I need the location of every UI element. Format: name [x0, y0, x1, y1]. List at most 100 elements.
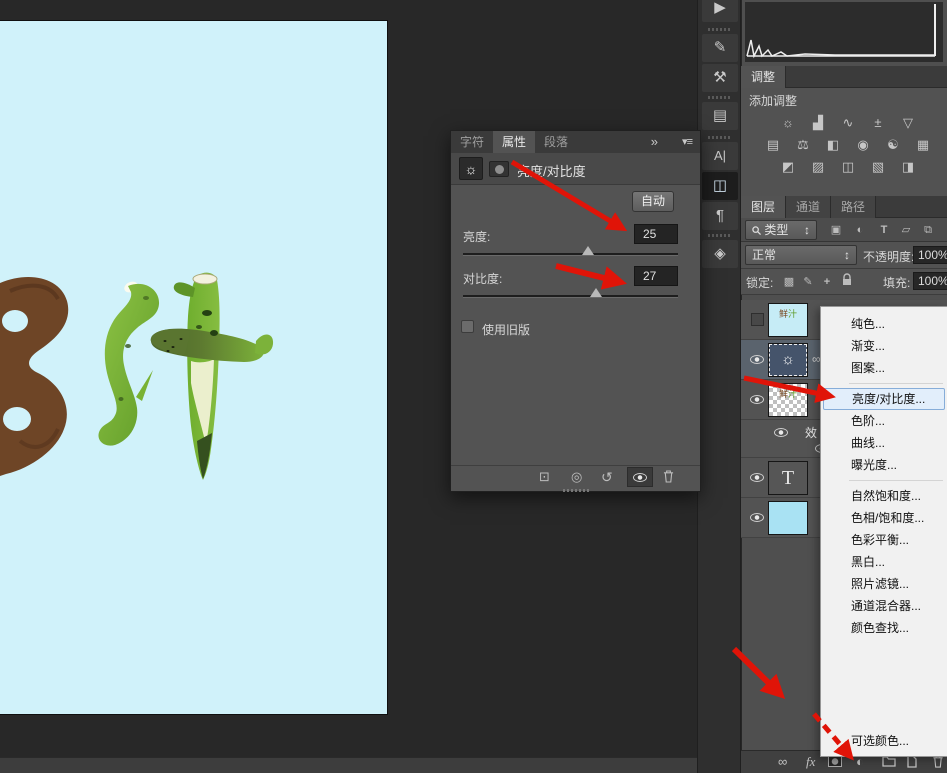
layer-style-fx-icon[interactable]: fx [806, 754, 815, 770]
visibility-eye-icon[interactable] [750, 355, 764, 364]
layer-thumbnail[interactable]: 鲜汁 [768, 383, 808, 417]
tab-paths[interactable]: 路径 [831, 196, 876, 218]
fill-field[interactable]: 100% [913, 272, 947, 290]
delete-layer-trash-icon[interactable] [932, 755, 944, 771]
menu-item-black-white[interactable]: 黑白... [821, 551, 947, 573]
tab-properties[interactable]: 属性 [493, 131, 535, 153]
menu-item-exposure[interactable]: 曝光度... [821, 454, 947, 476]
filter-shape-icon[interactable]: ▱ [899, 223, 913, 237]
collapse-panel-icon[interactable]: » [651, 134, 658, 149]
properties-panel-icon[interactable]: ◫ [702, 172, 738, 200]
visibility-toggle-off[interactable] [751, 313, 764, 326]
thumb-char: 鲜 [779, 309, 788, 319]
lock-position-move-icon[interactable]: + [820, 275, 834, 289]
add-layer-mask-icon[interactable] [828, 756, 842, 767]
filter-adjustment-icon[interactable]: ◐ [853, 223, 867, 237]
new-group-folder-icon[interactable] [882, 755, 896, 770]
menu-item-photo-filter[interactable]: 照片滤镜... [821, 573, 947, 595]
menu-item-brightness-contrast[interactable]: 亮度/对比度... [823, 388, 945, 410]
use-legacy-checkbox[interactable] [461, 320, 474, 333]
new-layer-icon[interactable] [906, 755, 918, 771]
vibrance-icon[interactable]: ▽ [895, 113, 921, 133]
lock-transparency-icon[interactable]: ▩ [782, 275, 796, 289]
thumb-char: 汁 [788, 389, 797, 399]
layer-comps-panel-icon[interactable]: ▤ [702, 102, 738, 130]
view-previous-state-icon[interactable]: ◎ [571, 469, 582, 485]
threshold-icon[interactable]: ◫ [835, 157, 861, 177]
clone-source-panel-icon[interactable]: ⚒ [702, 64, 738, 92]
menu-item-vibrance[interactable]: 自然饱和度... [821, 485, 947, 507]
levels-icon[interactable]: ▟ [805, 113, 831, 133]
visibility-eye-icon[interactable] [750, 395, 764, 404]
blend-mode-dropdown[interactable]: 正常 ↕ [745, 245, 857, 265]
menu-item-channel-mixer[interactable]: 通道混合器... [821, 595, 947, 617]
contrast-slider-handle[interactable] [590, 288, 602, 297]
mask-icon[interactable] [489, 161, 509, 177]
filter-smart-object-icon[interactable]: ⧉ [921, 223, 935, 237]
actions-panel-icon[interactable]: ▶ [702, 0, 738, 22]
tab-paragraph[interactable]: 段落 [535, 131, 577, 153]
auto-button[interactable]: 自动 [632, 191, 674, 212]
character-panel-icon[interactable]: A| [702, 142, 738, 170]
curves-icon[interactable]: ∿ [835, 113, 861, 133]
color-balance-icon[interactable]: ⚖ [790, 135, 816, 155]
filter-type-icon[interactable]: T [877, 223, 891, 237]
effects-label-partial: 效 [805, 424, 817, 441]
menu-item-gradient[interactable]: 渐变... [821, 335, 947, 357]
layer-filter-kind-dropdown[interactable]: 类型 ↕ [745, 220, 817, 240]
tab-layers[interactable]: 图层 [741, 196, 786, 218]
channel-mixer-icon[interactable]: ☯ [880, 135, 906, 155]
delete-adjustment-trash-icon[interactable] [663, 470, 674, 486]
text-layer-thumbnail[interactable]: T [768, 461, 808, 495]
tab-character[interactable]: 字符 [451, 131, 493, 153]
contrast-value-field[interactable]: 27 [634, 266, 678, 286]
paragraph-panel-icon[interactable]: ¶ [702, 202, 738, 230]
dock-grip [708, 234, 732, 237]
brush-presets-panel-icon[interactable]: ✎ [702, 34, 738, 62]
document-canvas[interactable] [0, 20, 388, 715]
brightness-slider-handle[interactable] [582, 246, 594, 255]
reset-icon[interactable]: ↺ [601, 469, 613, 486]
visibility-eye-icon[interactable] [750, 473, 764, 482]
status-bar [0, 757, 697, 773]
panel-menu-icon[interactable]: ▾≡ [682, 135, 692, 148]
resize-grip[interactable] [563, 489, 589, 492]
filter-pixel-icon[interactable]: ▣ [829, 223, 843, 237]
menu-item-solid-color[interactable]: 纯色... [821, 313, 947, 335]
visibility-eye-button[interactable] [627, 467, 653, 487]
menu-item-curves[interactable]: 曲线... [821, 432, 947, 454]
menu-item-color-lookup[interactable]: 颜色查找... [821, 617, 947, 639]
brightness-contrast-icon[interactable]: ☼ [775, 113, 801, 133]
hue-saturation-icon[interactable]: ▤ [760, 135, 786, 155]
clip-to-layer-icon[interactable]: ⊡ [539, 469, 550, 485]
menu-item-levels[interactable]: 色阶... [821, 410, 947, 432]
3d-panel-icon[interactable]: ◈ [702, 240, 738, 268]
tab-adjustments[interactable]: 调整 [741, 66, 786, 88]
brightness-slider[interactable] [463, 253, 678, 256]
layer-thumbnail[interactable]: 鲜汁 [768, 303, 808, 337]
invert-icon[interactable]: ◩ [775, 157, 801, 177]
black-white-icon[interactable]: ◧ [820, 135, 846, 155]
link-layers-icon[interactable]: ∞ [778, 754, 787, 769]
adjustment-icons-row3: ◩▨◫▧◨ [749, 156, 947, 178]
menu-item-color-balance[interactable]: 色彩平衡... [821, 529, 947, 551]
adjustment-layer-thumbnail[interactable]: ☼ [768, 343, 808, 377]
opacity-field[interactable]: 100% [913, 246, 947, 264]
gradient-map-icon[interactable]: ▧ [865, 157, 891, 177]
menu-item-pattern[interactable]: 图案... [821, 357, 947, 379]
menu-item-selective-color[interactable]: 可选颜色... [821, 730, 947, 752]
menu-item-hue-saturation[interactable]: 色相/饱和度... [821, 507, 947, 529]
color-lookup-icon[interactable]: ▦ [910, 135, 936, 155]
contrast-slider[interactable] [463, 295, 678, 298]
posterize-icon[interactable]: ▨ [805, 157, 831, 177]
visibility-eye-icon[interactable] [750, 513, 764, 522]
selective-color-icon[interactable]: ◨ [895, 157, 921, 177]
photo-filter-icon[interactable]: ◉ [850, 135, 876, 155]
exposure-icon[interactable]: ± [865, 113, 891, 133]
brightness-value-field[interactable]: 25 [634, 224, 678, 244]
lock-pixels-brush-icon[interactable]: ✎ [801, 275, 815, 289]
lock-all-icon[interactable] [840, 273, 854, 287]
tab-channels[interactable]: 通道 [786, 196, 831, 218]
background-layer-thumbnail[interactable] [768, 501, 808, 535]
effects-visibility-eye-icon[interactable] [774, 428, 788, 437]
